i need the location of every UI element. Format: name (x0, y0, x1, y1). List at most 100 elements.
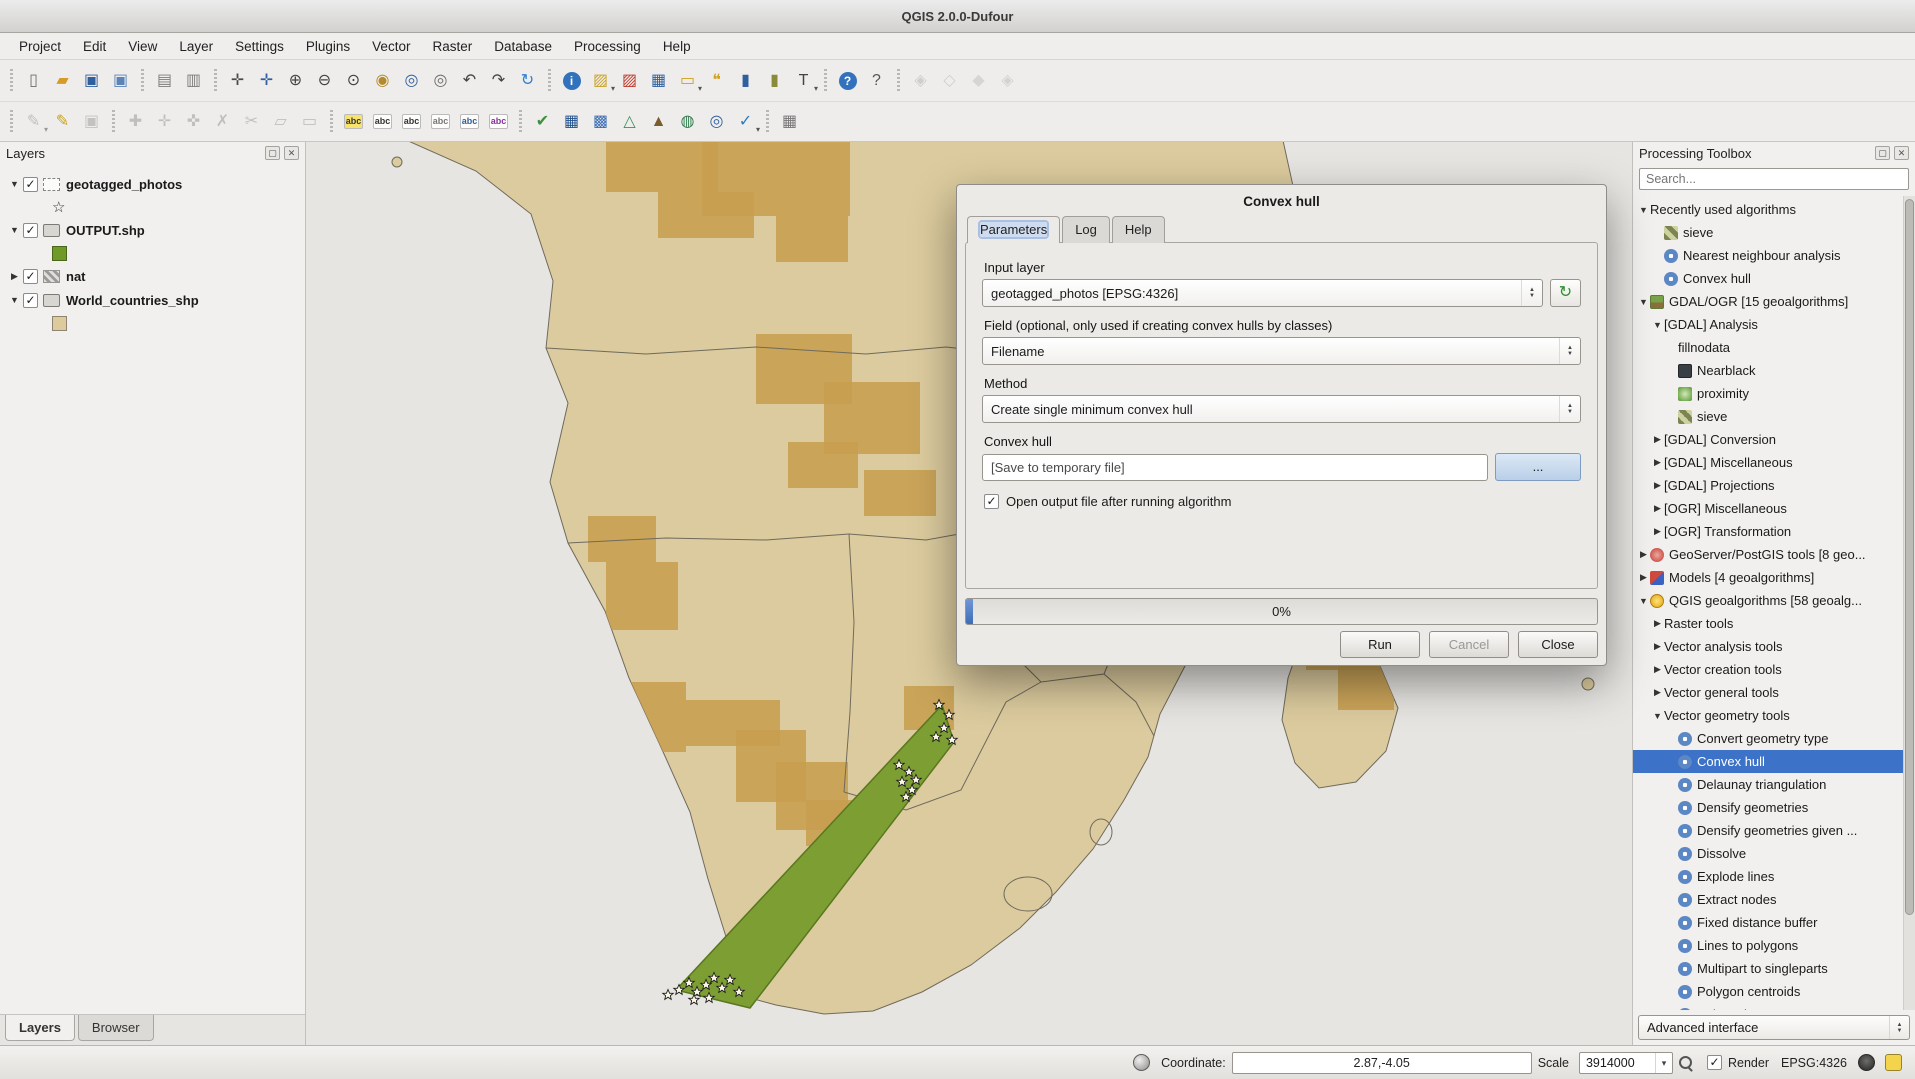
interpolation-icon[interactable]: △ (616, 108, 643, 135)
toolbox-item[interactable]: ▶Raster tools (1633, 612, 1903, 635)
method-combo[interactable]: Create single minimum convex hull ▲▼ (982, 395, 1581, 423)
current-edits-icon[interactable]: ✎▾ (20, 108, 47, 135)
terrain-analysis-icon[interactable]: ▲ (645, 108, 672, 135)
zoom-last-icon[interactable]: ↶ (456, 67, 483, 94)
layer-visibility-checkbox[interactable]: ✓ (23, 269, 38, 284)
interface-mode-combo[interactable]: Advanced interface ▲▼ (1638, 1015, 1910, 1040)
tree-expander[interactable]: ▼ (1637, 596, 1650, 606)
output-file-input[interactable]: [Save to temporary file] (982, 454, 1488, 481)
zoom-in-icon[interactable]: ⊕ (282, 67, 309, 94)
crs-label[interactable]: EPSG:4326 (1781, 1056, 1847, 1070)
zoom-to-layer-icon[interactable]: ◎ (427, 67, 454, 94)
pan-to-selection-icon[interactable]: ✛ (253, 67, 280, 94)
toolbox-item[interactable]: ▶[GDAL] Miscellaneous (1633, 451, 1903, 474)
close-panel-icon[interactable]: ✕ (284, 146, 299, 160)
toolbox-item[interactable]: ▶[GDAL] Projections (1633, 474, 1903, 497)
menu-plugins[interactable]: Plugins (295, 35, 361, 58)
tree-expander[interactable]: ▶ (1651, 641, 1664, 652)
zoom-next-icon[interactable]: ↷ (485, 67, 512, 94)
toolbox-item[interactable]: ▼[GDAL] Analysis (1633, 313, 1903, 336)
tree-expander[interactable]: ▶ (1637, 572, 1650, 583)
tab-parameters[interactable]: Parameters (967, 216, 1060, 243)
save-project-icon[interactable]: ▣ (78, 67, 105, 94)
crs-status-icon[interactable] (1858, 1054, 1875, 1071)
toolbox-item[interactable]: Multipart to singleparts (1633, 957, 1903, 980)
new-bookmark-icon[interactable]: ▮ (732, 67, 759, 94)
tree-expander[interactable]: ▼ (1651, 711, 1664, 721)
toolbox-item[interactable]: ▶[OGR] Transformation (1633, 520, 1903, 543)
pan-map-icon[interactable]: ✛ (224, 67, 251, 94)
toolbox-item[interactable]: ▼QGIS geoalgorithms [58 geoalg... (1633, 589, 1903, 612)
toolbox-item[interactable]: ▶[OGR] Miscellaneous (1633, 497, 1903, 520)
open-project-icon[interactable]: ▰ (49, 67, 76, 94)
toolbox-item[interactable]: Polygon centroids (1633, 980, 1903, 1003)
menu-project[interactable]: Project (8, 35, 72, 58)
toolbox-item[interactable]: sieve (1633, 405, 1903, 428)
tree-expander[interactable]: ▼ (1637, 297, 1650, 307)
help-contents-icon[interactable]: ? (834, 67, 861, 94)
attribute-table-icon[interactable]: ▦ (645, 67, 672, 94)
tree-expander[interactable]: ▶ (1651, 618, 1664, 629)
layer-visibility-checkbox[interactable]: ✓ (23, 293, 38, 308)
tab-help[interactable]: Help (1112, 216, 1165, 243)
close-panel-icon[interactable]: ✕ (1894, 146, 1909, 160)
chevron-down-icon[interactable]: ▾ (1655, 1053, 1672, 1073)
plugin-tool-2-icon[interactable]: ◇ (936, 67, 963, 94)
tree-expander[interactable]: ▼ (1637, 205, 1650, 215)
save-layer-edits-icon[interactable]: ▣ (78, 108, 105, 135)
field-combo[interactable]: Filename ▲▼ (982, 337, 1581, 365)
float-panel-icon[interactable]: ▢ (265, 146, 280, 160)
run-button[interactable]: Run (1340, 631, 1420, 658)
toolbox-item[interactable]: Nearest neighbour analysis (1633, 244, 1903, 267)
layer-expander[interactable]: ▼ (8, 179, 21, 189)
combo-arrows-icon[interactable]: ▲▼ (1889, 1016, 1909, 1039)
toolbox-scrollbar[interactable] (1903, 196, 1915, 1010)
layer-visibility-checkbox[interactable]: ✓ (23, 223, 38, 238)
render-checkbox[interactable]: ✓ (1707, 1055, 1722, 1070)
open-output-checkbox[interactable]: ✓ (984, 494, 999, 509)
iterate-layer-button[interactable]: ↻ (1550, 279, 1581, 307)
cancel-button[interactable]: Cancel (1429, 631, 1509, 658)
tree-expander[interactable]: ▶ (1651, 503, 1664, 514)
toolbox-item[interactable]: proximity (1633, 382, 1903, 405)
plugin-tool-4-icon[interactable]: ◈ (994, 67, 1021, 94)
grid-icon[interactable]: ▦ (776, 108, 803, 135)
add-feature-icon[interactable]: ✚ (122, 108, 149, 135)
label-properties-icon[interactable]: abc (485, 108, 512, 135)
float-panel-icon[interactable]: ▢ (1875, 146, 1890, 160)
raster-calculator-icon[interactable]: ▦ (558, 108, 585, 135)
toolbox-item[interactable]: Convert geometry type (1633, 727, 1903, 750)
layer-item[interactable]: ▶✓nat (0, 264, 305, 288)
map-tips-icon[interactable]: ❝ (703, 67, 730, 94)
tab-log[interactable]: Log (1062, 216, 1110, 243)
toolbox-item[interactable]: Dissolve (1633, 842, 1903, 865)
menu-database[interactable]: Database (483, 35, 563, 58)
magnifier-icon[interactable] (1678, 1055, 1694, 1071)
node-tool-icon[interactable]: ✜ (180, 108, 207, 135)
toolbox-item[interactable]: Delaunay triangulation (1633, 773, 1903, 796)
layer-item[interactable]: ▼✓OUTPUT.shp (0, 218, 305, 242)
layer-visibility-checkbox[interactable]: ✓ (23, 177, 38, 192)
layer-item[interactable]: ▼✓World_countries_shp (0, 288, 305, 312)
zoom-actual-icon[interactable]: ⊙ (340, 67, 367, 94)
tree-expander[interactable]: ▶ (1651, 480, 1664, 491)
toolbox-item[interactable]: fillnodata (1633, 336, 1903, 359)
label-rotate-icon[interactable]: abc (398, 108, 425, 135)
toolbox-item[interactable]: ▶GeoServer/PostGIS tools [8 geo... (1633, 543, 1903, 566)
label-pin-icon[interactable]: abc (427, 108, 454, 135)
globe-plugin-icon[interactable]: ◍ (674, 108, 701, 135)
menu-vector[interactable]: Vector (361, 35, 421, 58)
toolbox-item[interactable]: ▶Vector general tools (1633, 681, 1903, 704)
text-annotation-icon[interactable]: T▾ (790, 67, 817, 94)
plugin-tool-3-icon[interactable]: ◆ (965, 67, 992, 94)
toolbox-item[interactable]: sieve (1633, 221, 1903, 244)
label-highlight-icon[interactable]: abc (456, 108, 483, 135)
toolbox-item[interactable]: Polygonize (1633, 1003, 1903, 1010)
toolbox-item[interactable]: Explode lines (1633, 865, 1903, 888)
tab-browser[interactable]: Browser (78, 1015, 154, 1041)
select-features-icon[interactable]: ▨▾ (587, 67, 614, 94)
plugin-tool-1-icon[interactable]: ◈ (907, 67, 934, 94)
menu-layer[interactable]: Layer (168, 35, 224, 58)
menu-edit[interactable]: Edit (72, 35, 117, 58)
tree-expander[interactable]: ▶ (1651, 526, 1664, 537)
